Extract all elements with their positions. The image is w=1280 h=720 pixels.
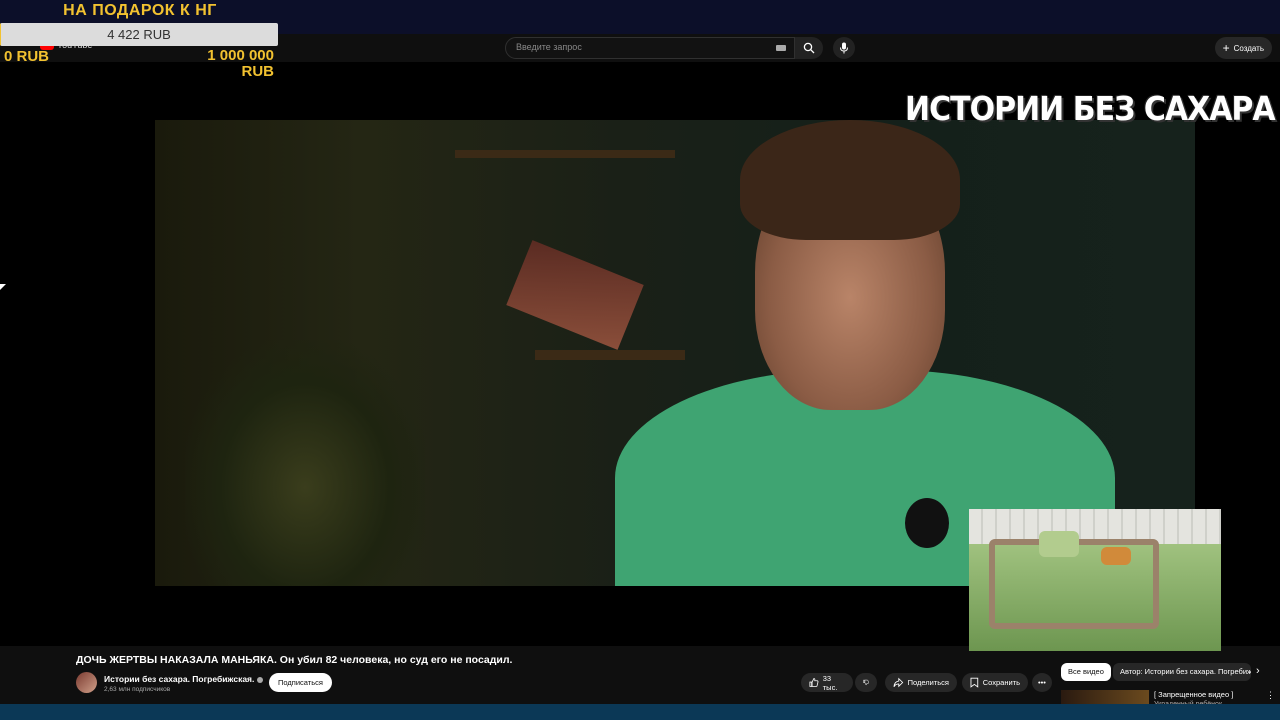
lapel-microphone (905, 498, 949, 548)
webcam-pillow-orange (1101, 547, 1131, 565)
webcam-pillow (1039, 531, 1079, 557)
search-button[interactable] (795, 37, 823, 59)
more-actions-button[interactable]: ••• (1032, 673, 1052, 692)
donation-min-label: 0 RUB (4, 48, 50, 65)
share-label: Поделиться (907, 678, 949, 687)
chip-all-videos[interactable]: Все видео (1061, 663, 1111, 681)
donation-goal-widget: НА ПОДАРОК К НГ 4 422 RUB 0 RUB 1 000 00… (0, 0, 280, 84)
books-image (506, 240, 644, 350)
shelf (455, 150, 675, 158)
dislike-button[interactable] (855, 673, 877, 692)
save-label: Сохранить (982, 678, 1020, 687)
subscribe-button[interactable]: Подписаться (269, 673, 332, 692)
bookmark-icon (970, 677, 979, 688)
channel-watermark: ИСТОРИИ БЕЗ САХАРА (905, 90, 1276, 129)
channel-name[interactable]: Истории без сахара. Погребижская. (104, 674, 264, 684)
share-button[interactable]: Поделиться (885, 673, 957, 692)
recommendation-title[interactable]: [ Запрещенное видео ] (1154, 690, 1233, 699)
channel-avatar[interactable] (76, 672, 97, 693)
voice-search-button[interactable] (833, 37, 855, 59)
create-label: Создать (1233, 43, 1264, 53)
donation-title: НА ПОДАРОК К НГ (63, 2, 217, 19)
like-count: 33 тыс. (822, 673, 838, 692)
more-icon: ••• (1038, 678, 1046, 687)
keyboard-icon[interactable] (776, 45, 786, 51)
microphone-icon (840, 42, 848, 54)
save-button[interactable]: Сохранить (962, 673, 1028, 692)
person-hair (740, 120, 960, 240)
donation-max-label: 1 000 000 RUB (207, 47, 274, 80)
verified-icon (257, 676, 264, 683)
channel-name-text: Истории без сахара. Погребижская. (104, 674, 255, 684)
donation-current-amount: 4 422 RUB (107, 27, 171, 42)
thumbs-down-icon (863, 679, 869, 686)
plus-icon: + (1222, 41, 1230, 55)
chip-author[interactable]: Автор: Истории без сахара. Погребижская. (1113, 663, 1251, 681)
search-icon (803, 42, 815, 54)
create-button[interactable]: + Создать (1214, 37, 1272, 59)
mouse-cursor-icon (0, 284, 6, 290)
stream-bottom-strip (0, 704, 1280, 720)
recommendation-menu-icon[interactable]: ⋮ (1266, 690, 1275, 701)
plant-image (185, 340, 425, 586)
shelf (535, 350, 685, 360)
search-placeholder: Введите запрос (516, 42, 582, 52)
like-button[interactable]: 33 тыс. (801, 673, 853, 692)
donation-progress-bar: 4 422 RUB (0, 23, 278, 46)
streamer-webcam (969, 509, 1221, 651)
subscriber-count: 2,63 млн подписчиков (104, 686, 171, 693)
search-input[interactable]: Введите запрос (505, 37, 795, 59)
chevron-right-icon[interactable]: › (1256, 665, 1260, 677)
video-title: ДОЧЬ ЖЕРТВЫ НАКАЗАЛА МАНЬЯКА. Он убил 82… (76, 654, 513, 666)
share-icon (893, 677, 904, 688)
thumbs-up-icon (809, 678, 819, 687)
